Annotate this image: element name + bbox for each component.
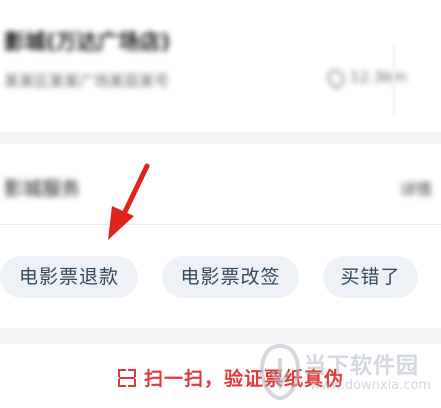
divider [0, 224, 441, 225]
location-pin-icon [323, 65, 349, 90]
cinema-name: 影城(万达广场店) [4, 30, 171, 54]
service-row-detail[interactable]: 详情 [400, 176, 432, 200]
cinema-address: 某某区某某广场某层某号 [4, 72, 170, 90]
distance-value: 12.3km [350, 68, 407, 86]
watermark-url: www.downxia.com [310, 378, 432, 393]
scan-icon [118, 369, 136, 387]
bought-wrong-button[interactable]: 买错了 [323, 256, 418, 298]
watermark-text: 当下软件园 [304, 354, 420, 379]
refund-ticket-button[interactable]: 电影票退款 [0, 256, 138, 298]
watermark-logo: 当下软件园 www.downxia.com [258, 340, 438, 406]
divider-vertical [393, 44, 395, 114]
help-card: 影城服务 详情 电影票退款 电影票改签 买错了 [0, 144, 441, 328]
service-row-label: 影城服务 [4, 178, 81, 200]
watermark-shield-icon [259, 343, 301, 401]
cinema-card[interactable]: 影城(万达广场店) 某某区某某广场某层某号 12.3km [0, 0, 441, 132]
change-ticket-button[interactable]: 电影票改签 [162, 256, 299, 298]
page: 影城(万达广场店) 某某区某某广场某层某号 12.3km 影城服务 详情 电影票… [0, 0, 441, 408]
